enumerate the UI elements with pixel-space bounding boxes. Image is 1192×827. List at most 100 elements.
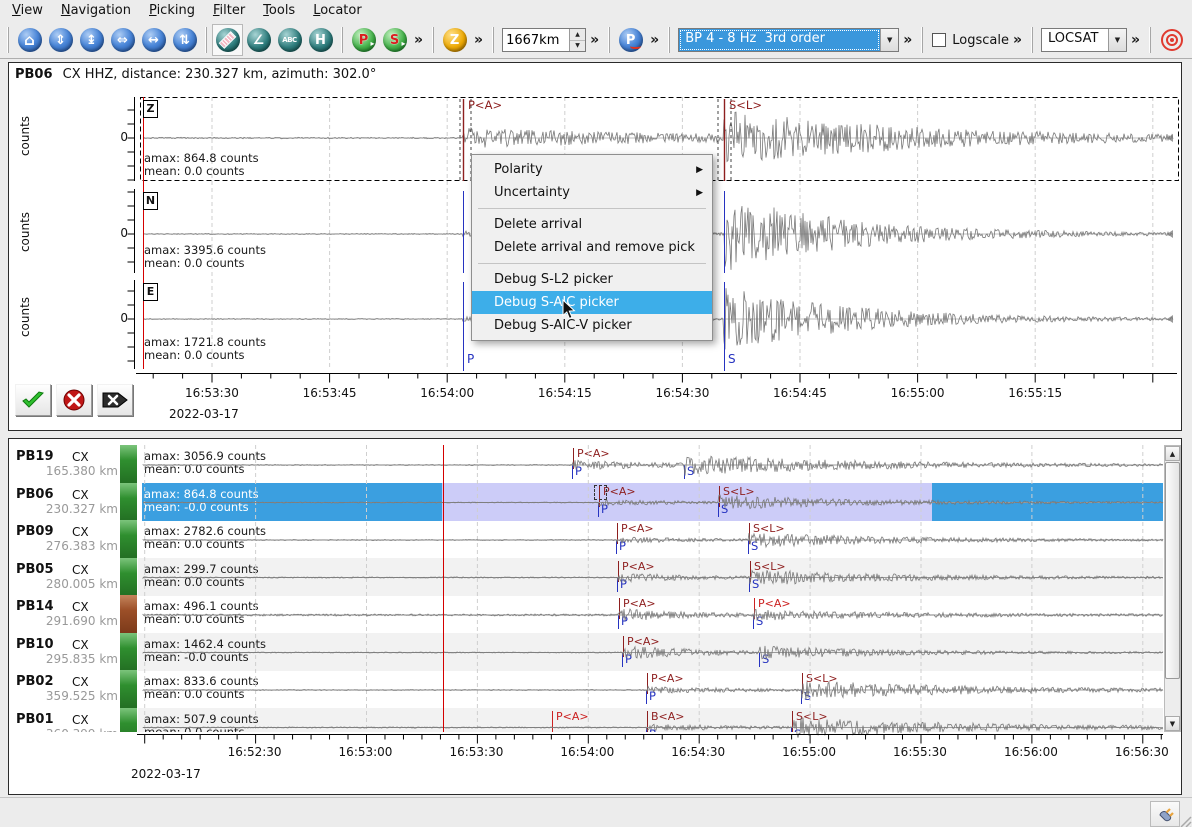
overflow-chevron[interactable]: » bbox=[903, 32, 912, 48]
pick-marker-line[interactable] bbox=[684, 465, 685, 479]
arrival-marker-line[interactable] bbox=[623, 636, 624, 657]
pick-marker-label[interactable]: P bbox=[575, 465, 582, 479]
pick-marker-line[interactable] bbox=[646, 728, 647, 733]
arrival-marker-label[interactable]: P<A> bbox=[622, 560, 655, 573]
pick-marker-label[interactable]: P bbox=[621, 615, 628, 629]
phase-label-button[interactable]: ABC bbox=[274, 24, 305, 56]
arrival-marker-label[interactable]: P<A> bbox=[621, 522, 654, 535]
arrival-marker-label[interactable]: P<A> bbox=[577, 447, 610, 460]
pick-marker-label[interactable]: P bbox=[619, 540, 626, 554]
pick-marker-label[interactable]: P bbox=[620, 578, 627, 592]
arrival-marker-label[interactable]: P<A> bbox=[651, 672, 684, 685]
arrival-marker-label[interactable]: S<L> bbox=[796, 710, 828, 723]
arrival-marker-label[interactable]: S<L> bbox=[754, 560, 786, 573]
locator-select[interactable]: LOCSAT ▼ bbox=[1041, 28, 1127, 52]
menu-locator[interactable]: Locator bbox=[305, 1, 371, 21]
arrival-marker-label[interactable]: B<A> bbox=[651, 710, 685, 723]
pick-marker-label[interactable]: P bbox=[649, 728, 656, 733]
pick-marker-line[interactable] bbox=[617, 578, 618, 592]
pick-marker-line[interactable] bbox=[753, 615, 754, 629]
pick-marker-line[interactable] bbox=[572, 465, 573, 479]
pick-marker-line[interactable] bbox=[718, 503, 719, 517]
arrival-marker-label[interactable]: P<A> bbox=[758, 597, 791, 610]
toolbar-handle[interactable] bbox=[205, 27, 207, 53]
arrival-marker-line[interactable] bbox=[647, 711, 648, 732]
pick-marker-label[interactable]: S bbox=[762, 653, 769, 667]
station-row-pb10[interactable]: PB10CX295.835 kmamax: 1462.4 counts mean… bbox=[10, 633, 1165, 671]
pick-marker-line[interactable] bbox=[598, 503, 599, 517]
angle-button[interactable]: ∠ bbox=[243, 24, 274, 56]
arrival-marker-label[interactable]: P<A> bbox=[623, 597, 656, 610]
home-button[interactable]: ⌂ bbox=[14, 24, 45, 56]
pick-marker-line[interactable] bbox=[618, 615, 619, 629]
pick-marker-label[interactable]: S bbox=[687, 465, 694, 479]
locator-dropdown-icon[interactable]: ▼ bbox=[1108, 29, 1126, 51]
filter-dropdown-icon[interactable]: ▼ bbox=[880, 29, 898, 51]
arrival-marker-label[interactable]: S<L> bbox=[806, 672, 838, 685]
station-row-pb09[interactable]: PB09CX276.383 kmamax: 2782.6 counts mean… bbox=[10, 520, 1165, 558]
menu-navigation[interactable]: Navigation bbox=[53, 1, 141, 21]
pick-marker-label[interactable]: S bbox=[721, 503, 728, 517]
arrival-marker-label[interactable]: P<A> bbox=[627, 635, 660, 648]
arrival-marker-label[interactable]: P<A> bbox=[603, 485, 636, 498]
p-wave-filter-button[interactable]: P bbox=[615, 24, 646, 56]
resize-grip[interactable] bbox=[1178, 814, 1192, 827]
station-row-pb02[interactable]: PB02CX359.525 kmamax: 833.6 counts mean:… bbox=[10, 670, 1165, 708]
menu-item-polarity[interactable]: Polarity▶ bbox=[472, 158, 712, 181]
menu-picking[interactable]: Picking bbox=[141, 1, 205, 21]
distance-spinbox[interactable]: ▲ ▼ bbox=[502, 28, 586, 52]
station-row-pb19[interactable]: PB19CX165.380 kmamax: 3056.9 counts mean… bbox=[10, 445, 1165, 483]
station-row-pb06[interactable]: PB06CX230.327 kmamax: 864.8 counts mean:… bbox=[10, 483, 1165, 521]
time-zoom-button[interactable]: ⇔ bbox=[107, 24, 138, 56]
arrival-marker-line[interactable] bbox=[792, 711, 793, 732]
station-row-pb05[interactable]: PB05CX280.005 kmamax: 299.7 counts mean:… bbox=[10, 558, 1165, 596]
offset-button[interactable]: H bbox=[305, 24, 336, 56]
pick-marker-label[interactable]: P bbox=[625, 653, 632, 667]
toolbar-handle[interactable] bbox=[668, 27, 670, 53]
pick-marker-label[interactable]: S bbox=[752, 578, 759, 592]
toolbar-handle[interactable] bbox=[921, 27, 923, 53]
station-row-pb14[interactable]: PB14CX291.690 kmamax: 496.1 counts mean:… bbox=[10, 595, 1165, 633]
toolbar-handle[interactable] bbox=[608, 27, 610, 53]
scroll-down-button[interactable]: ▼ bbox=[1165, 716, 1180, 731]
pick-marker-label[interactable]: P bbox=[649, 690, 656, 704]
filter-select[interactable]: BP 4 - 8 Hz 3rd order ▼ bbox=[678, 28, 899, 52]
scroll-up-button[interactable]: ▲ bbox=[1165, 446, 1180, 461]
overflow-chevron[interactable]: » bbox=[590, 32, 599, 48]
toolbar-handle[interactable] bbox=[432, 27, 434, 53]
pick-s-button[interactable]: ▸S bbox=[379, 24, 410, 56]
pick-marker-label[interactable]: S bbox=[756, 615, 763, 629]
pick-marker-line[interactable] bbox=[759, 653, 760, 667]
arrival-marker-line[interactable] bbox=[802, 673, 803, 694]
station-code[interactable]: PB10 bbox=[16, 637, 54, 652]
arrival-marker-line[interactable] bbox=[754, 598, 755, 619]
connection-status-button[interactable] bbox=[1150, 801, 1180, 827]
pick-marker-line[interactable] bbox=[616, 540, 617, 554]
row-height-button[interactable]: ⇅ bbox=[169, 24, 200, 56]
toolbar-handle[interactable] bbox=[1031, 27, 1033, 53]
vertical-scrollbar[interactable]: ▲ ▼ bbox=[1164, 445, 1181, 732]
pick-marker-line[interactable] bbox=[801, 690, 802, 704]
overflow-chevron[interactable]: » bbox=[1013, 32, 1022, 48]
arrival-marker-line[interactable] bbox=[619, 598, 620, 619]
scrollbar-thumb[interactable] bbox=[1165, 462, 1180, 679]
amplitude-zoom-button[interactable]: ⇕ bbox=[45, 24, 76, 56]
overflow-chevron[interactable]: » bbox=[650, 32, 659, 48]
overflow-chevron[interactable]: » bbox=[1131, 32, 1140, 48]
toolbar-handle[interactable] bbox=[492, 27, 494, 53]
station-row-pb01[interactable]: PB01CX360.399 kmamax: 507.9 counts mean:… bbox=[10, 708, 1165, 733]
reject-button[interactable] bbox=[56, 384, 92, 416]
relocate-button[interactable] bbox=[1156, 24, 1187, 56]
menu-tools[interactable]: Tools bbox=[255, 1, 305, 21]
component-z-button[interactable]: Z bbox=[439, 24, 470, 56]
spin-up-icon[interactable]: ▲ bbox=[570, 29, 585, 41]
toolbar-handle[interactable] bbox=[341, 27, 343, 53]
arrival-marker-line[interactable] bbox=[573, 448, 574, 469]
arrival-marker-line[interactable] bbox=[719, 486, 720, 507]
overflow-chevron[interactable]: » bbox=[414, 32, 423, 48]
checkbox-icon[interactable] bbox=[932, 33, 946, 47]
arrival-marker-label[interactable]: P<A> bbox=[556, 710, 589, 723]
distance-input[interactable] bbox=[503, 29, 569, 51]
component-box-e[interactable]: E bbox=[143, 283, 158, 301]
station-code[interactable]: PB14 bbox=[16, 599, 54, 614]
